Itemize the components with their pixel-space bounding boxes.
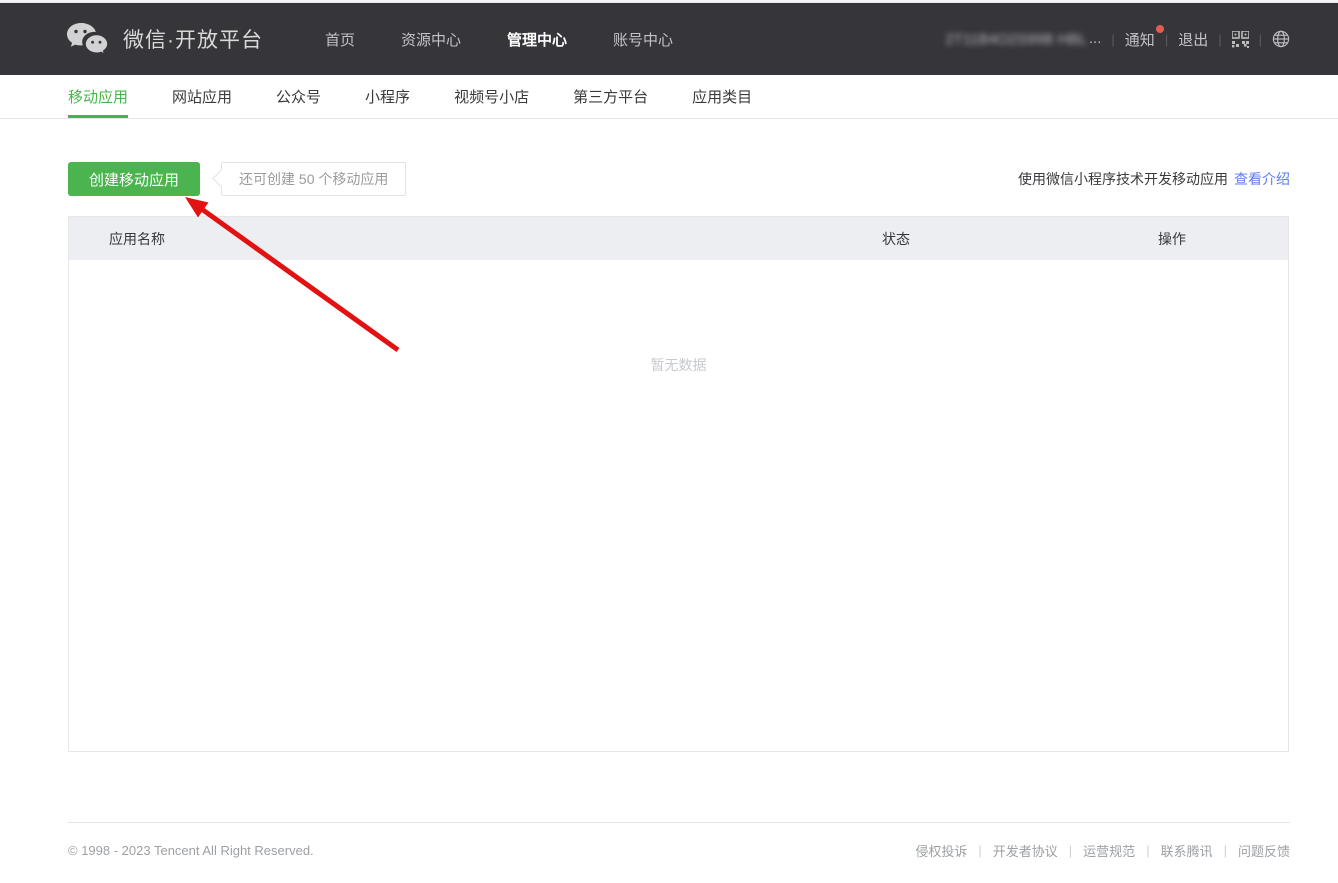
notifications-button[interactable]: 通知: [1125, 29, 1155, 50]
footer-links: 侵权投诉 | 开发者协议 | 运营规范 | 联系腾讯 | 问题反馈: [915, 841, 1290, 860]
footer-link-infringement[interactable]: 侵权投诉: [915, 841, 967, 860]
tab-mobile-app[interactable]: 移动应用: [68, 75, 128, 118]
tab-app-category[interactable]: 应用类目: [692, 75, 752, 118]
main-nav: 首页 资源中心 管理中心 账号中心: [325, 29, 673, 50]
footer-separator: |: [1224, 843, 1227, 858]
toolbar-hint: 使用微信小程序技术开发移动应用查看介绍: [1018, 169, 1290, 189]
copyright-text: © 1998 - 2023 Tencent All Right Reserved…: [68, 843, 314, 858]
account-name-blurred[interactable]: 2T11B4O2S99B HBL...: [945, 30, 1101, 48]
footer-link-contact-tencent[interactable]: 联系腾讯: [1161, 841, 1213, 860]
header-separator: |: [1111, 32, 1114, 47]
view-intro-link[interactable]: 查看介绍: [1234, 171, 1290, 187]
column-header-actions: 操作: [1158, 229, 1288, 249]
empty-state-text: 暂无数据: [69, 355, 1288, 375]
quota-tip-bubble: 还可创建 50 个移动应用: [221, 162, 406, 196]
footer-link-developer-agreement[interactable]: 开发者协议: [993, 841, 1058, 860]
brand[interactable]: 微信·开放平台: [65, 21, 263, 58]
header-separator: |: [1165, 32, 1168, 47]
notification-badge-dot: [1156, 25, 1164, 33]
hint-text: 使用微信小程序技术开发移动应用: [1018, 171, 1228, 187]
tab-website-app[interactable]: 网站应用: [172, 75, 232, 118]
globe-language-icon[interactable]: [1272, 30, 1290, 48]
tab-mini-program[interactable]: 小程序: [365, 75, 410, 118]
app-type-tabbar: 移动应用 网站应用 公众号 小程序 视频号小店 第三方平台 应用类目: [0, 75, 1338, 119]
table-header-row: 应用名称 状态 操作: [69, 217, 1288, 260]
header-right: 2T11B4O2S99B HBL... | 通知 | 退出 |: [945, 29, 1290, 50]
footer-separator: |: [978, 843, 981, 858]
brand-title: 微信·开放平台: [123, 24, 263, 54]
tab-third-party-platform[interactable]: 第三方平台: [573, 75, 648, 118]
wechat-logo-icon: [65, 21, 109, 58]
footer-link-operation-rules[interactable]: 运营规范: [1083, 841, 1135, 860]
nav-item-resources[interactable]: 资源中心: [401, 29, 461, 50]
wechat-open-platform-page: 微信·开放平台 首页 资源中心 管理中心 账号中心 2T11B4O2S99B H…: [0, 0, 1338, 883]
footer-divider: [68, 822, 1290, 823]
logout-button[interactable]: 退出: [1178, 29, 1208, 50]
create-mobile-app-button[interactable]: 创建移动应用: [68, 162, 200, 196]
nav-item-account[interactable]: 账号中心: [613, 29, 673, 50]
header-separator: |: [1259, 32, 1262, 47]
tab-channels-shop[interactable]: 视频号小店: [454, 75, 529, 118]
nav-item-home[interactable]: 首页: [325, 29, 355, 50]
tab-official-account[interactable]: 公众号: [276, 75, 321, 118]
footer-separator: |: [1146, 843, 1149, 858]
nav-item-management[interactable]: 管理中心: [507, 29, 567, 50]
footer-separator: |: [1069, 843, 1072, 858]
main-header: 微信·开放平台 首页 资源中心 管理中心 账号中心 2T11B4O2S99B H…: [0, 3, 1338, 75]
toolbar: 创建移动应用 还可创建 50 个移动应用 使用微信小程序技术开发移动应用查看介绍: [68, 162, 1290, 196]
header-separator: |: [1218, 32, 1221, 47]
qrcode-icon[interactable]: [1232, 31, 1249, 48]
column-header-app-name: 应用名称: [69, 229, 882, 249]
apps-table: 应用名称 状态 操作 暂无数据: [68, 216, 1289, 752]
page-footer: © 1998 - 2023 Tencent All Right Reserved…: [0, 822, 1338, 860]
footer-link-feedback[interactable]: 问题反馈: [1238, 841, 1290, 860]
column-header-status: 状态: [882, 229, 1158, 249]
